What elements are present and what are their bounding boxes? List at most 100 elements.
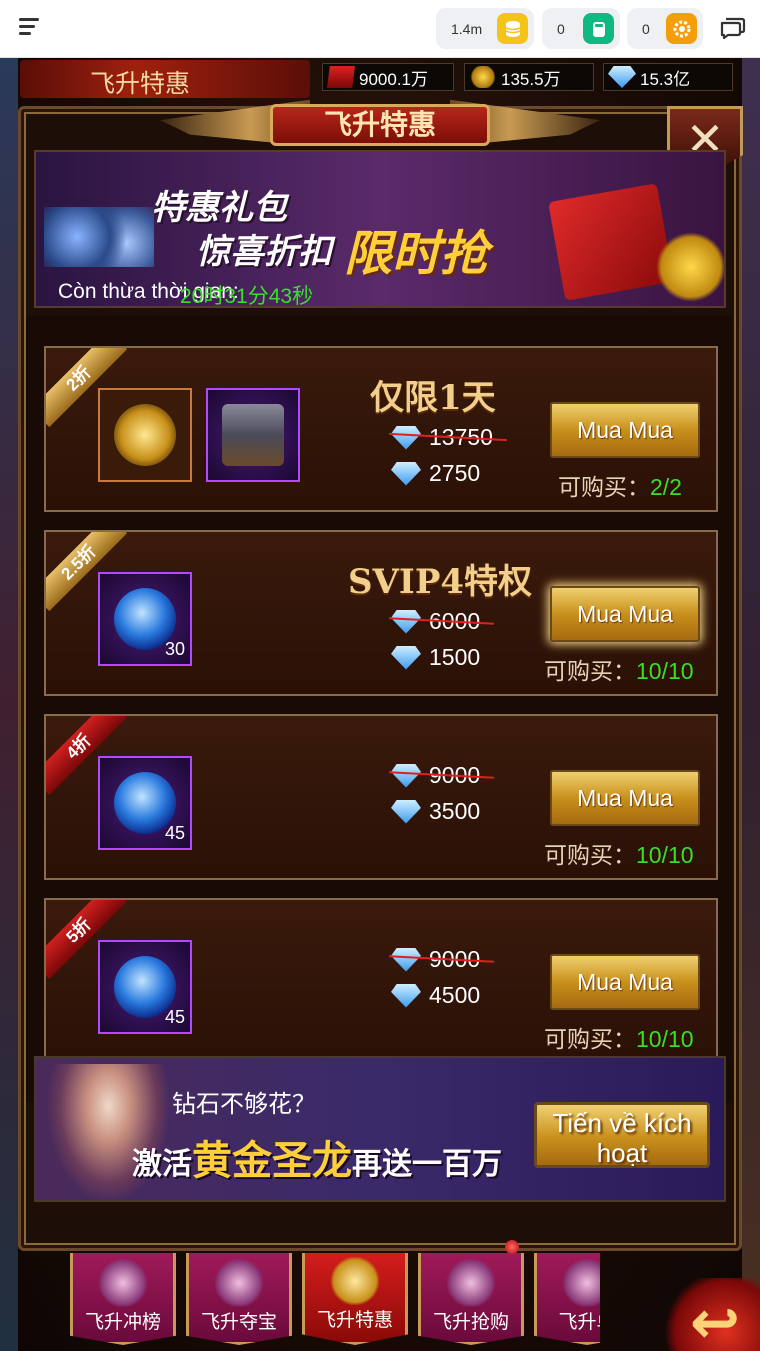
hamburger-icon[interactable] (19, 18, 41, 36)
tab-special-offer[interactable]: 飞升特惠 (302, 1253, 408, 1345)
currency-green[interactable]: 0 (542, 8, 620, 49)
gold-medallion-icon (114, 404, 176, 466)
gem-pile-icon (44, 207, 154, 267)
golden-dragon-ad: 钻石不够花？ 激活黄金圣龙再送一百万 Tiến về kích hoạt (34, 1056, 726, 1202)
sale-price-value: 2750 (429, 460, 481, 486)
currency-gold-value: 1.4m (451, 20, 483, 37)
diamond-icon (391, 947, 421, 972)
cylinder-icon (583, 13, 614, 44)
purchase-limit-label: 可购买： (544, 658, 636, 684)
diamond-icon (391, 799, 421, 824)
promo-banner: 特惠礼包 惊喜折扣 限时抢 Còn thừa thời gian: 20时31分… (34, 150, 726, 308)
tab-label: 飞升夺宝 (200, 1312, 277, 1333)
ad-slogan-highlight: 黄金圣龙 (192, 1139, 352, 1183)
offer-card: 5折 45 9000 4500 Mua Mua 可购买：10/10 (44, 898, 718, 1064)
diamond-icon (391, 425, 421, 450)
original-price: 9000 (391, 946, 480, 973)
offer-card: 4折 45 9000 3500 Mua Mua 可购买：10/10 (44, 714, 718, 880)
gem-icon (561, 1259, 600, 1307)
buy-button[interactable]: Mua Mua (550, 586, 700, 642)
treasure-chest-icon (222, 404, 284, 466)
sale-price: 3500 (391, 798, 480, 825)
item-slot[interactable]: 30 (98, 572, 192, 666)
diamond-icon (391, 763, 421, 788)
promo-line3: 限时抢 (344, 228, 489, 281)
purchase-limit: 可购买：2/2 (558, 468, 682, 502)
original-price-value: 6000 (429, 608, 481, 634)
original-price: 9000 (391, 762, 480, 789)
item-slot[interactable]: 45 (98, 940, 192, 1034)
ad-slogan: 激活黄金圣龙再送一百万 (132, 1128, 502, 1186)
diamond-icon (608, 66, 636, 88)
hud-title: 飞升特惠 (20, 60, 310, 98)
panel-header: 飞升特惠 (160, 94, 600, 152)
countdown: Còn thừa thời gian: 20时31分43秒 (58, 280, 313, 306)
sale-price: 4500 (391, 982, 480, 1009)
currency-green-value: 0 (557, 20, 565, 37)
tab-treasure[interactable]: 飞升夺宝 (186, 1253, 292, 1345)
hud-diamonds-value: 15.3亿 (640, 69, 691, 89)
background-art-right (742, 58, 760, 1351)
hud-gold-value: 135.5万 (501, 69, 561, 89)
game-viewport: 飞升特惠 9000.1万 135.5万 15.3亿 飞升特惠 ✕ 特惠礼包 惊喜… (0, 58, 760, 1351)
item-quantity: 45 (164, 823, 185, 843)
background-art-left (0, 58, 18, 1351)
offer-list[interactable]: 2折 仅限1天 13750 2750 Mua Mua 可购买：2/2 2.5折 (26, 316, 732, 1102)
item-slot[interactable] (98, 388, 192, 482)
purchase-limit-value: 2/2 (650, 474, 682, 500)
offer-title: SVIP4特权 (348, 562, 533, 602)
ad-slogan-a: 激活 (132, 1148, 192, 1181)
top-bar: 1.4m 0 0 (0, 0, 760, 58)
gold-coins-icon (656, 232, 724, 302)
item-slot[interactable]: 45 (98, 756, 192, 850)
sale-price: 2750 (391, 460, 480, 487)
gear-coin-icon (666, 13, 697, 44)
purchase-limit: 可购买：10/10 (544, 836, 694, 870)
coin-stack-icon (497, 13, 528, 44)
notification-dot (505, 1240, 519, 1254)
promo-line1: 特惠礼包 (151, 189, 287, 227)
hud-gold: 135.5万 (464, 63, 594, 91)
original-price-value: 9000 (429, 762, 481, 788)
purchase-limit-label: 可购买： (544, 1026, 636, 1052)
original-price: 13750 (391, 424, 493, 451)
activate-button-line1: Tiến về kích (552, 1108, 692, 1138)
back-arrow-icon[interactable]: ↩ (660, 1278, 760, 1351)
offer-card: 2折 仅限1天 13750 2750 Mua Mua 可购买：2/2 (44, 346, 718, 512)
buy-button[interactable]: Mua Mua (550, 402, 700, 458)
purchase-limit-value: 10/10 (636, 842, 694, 868)
original-price-value: 9000 (429, 946, 481, 972)
currency-gold[interactable]: 1.4m (436, 8, 534, 49)
bottom-tabs: 飞升冲榜 飞升夺宝 飞升特惠 飞升抢购 飞升单 (70, 1253, 600, 1351)
gold-coins-icon (469, 66, 497, 88)
purchase-limit: 可购买：10/10 (544, 652, 694, 686)
sale-price: 1500 (391, 644, 480, 671)
purchase-limit-value: 10/10 (636, 1026, 694, 1052)
buy-button[interactable]: Mua Mua (550, 770, 700, 826)
item-slot[interactable] (206, 388, 300, 482)
hud-energy-value: 9000.1万 (359, 69, 428, 89)
purchase-limit-label: 可购买： (544, 842, 636, 868)
tab-ranking[interactable]: 飞升冲榜 (70, 1253, 176, 1345)
item-quantity: 45 (164, 1007, 185, 1027)
activate-button-line2: hoạt (596, 1138, 648, 1168)
gift-box-icon (548, 183, 674, 301)
hud-energy: 9000.1万 (322, 63, 454, 91)
tab-single[interactable]: 飞升单 (534, 1253, 600, 1345)
tab-label: 飞升单 (558, 1312, 600, 1333)
chat-bubbles-icon[interactable] (720, 16, 746, 40)
buy-button[interactable]: Mua Mua (550, 954, 700, 1010)
tab-flash-sale[interactable]: 飞升抢购 (418, 1253, 524, 1345)
offer-title: 仅限1天 (370, 378, 496, 418)
sale-price-value: 4500 (429, 982, 481, 1008)
diamond-icon (391, 609, 421, 634)
currency-orange-value: 0 (642, 20, 650, 37)
item-quantity: 30 (164, 639, 185, 659)
diamond-icon (391, 983, 421, 1008)
currency-orange[interactable]: 0 (627, 8, 703, 49)
activate-button[interactable]: Tiến về kích hoạt (534, 1102, 710, 1168)
tab-label: 飞升特惠 (316, 1310, 393, 1331)
ad-slogan-b: 再送一百万 (352, 1148, 502, 1181)
tab-label: 飞升抢购 (432, 1312, 509, 1333)
trident-icon (97, 1259, 149, 1307)
